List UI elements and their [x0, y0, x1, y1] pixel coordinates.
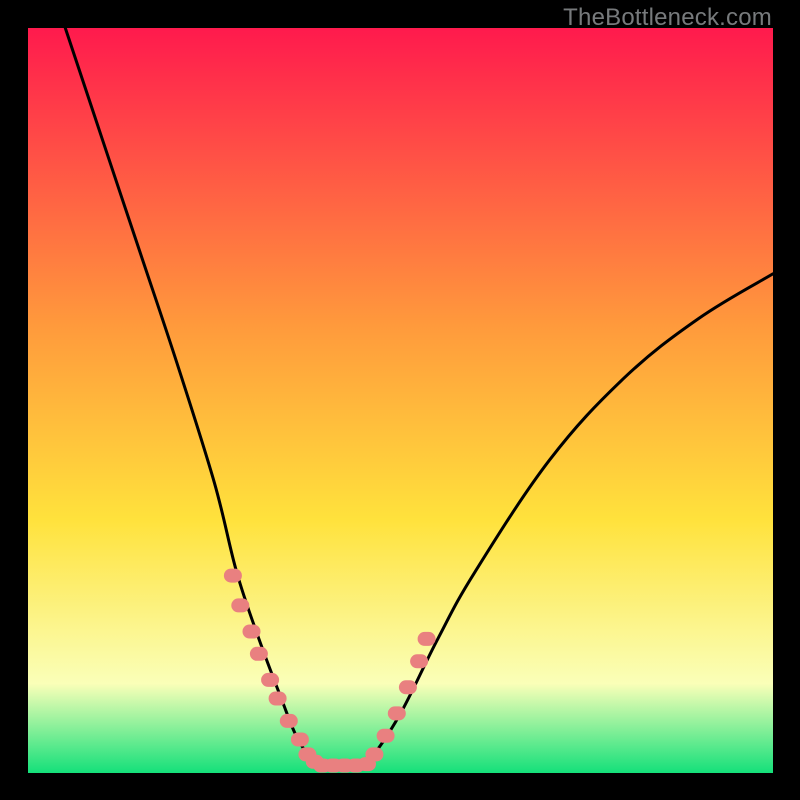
trough-marker: [243, 625, 261, 639]
trough-marker: [280, 714, 298, 728]
trough-marker: [250, 647, 268, 661]
trough-marker: [399, 680, 417, 694]
gradient-background: [28, 28, 773, 773]
trough-marker: [365, 747, 383, 761]
trough-marker: [269, 692, 287, 706]
trough-marker: [224, 569, 242, 583]
trough-marker: [377, 729, 395, 743]
trough-marker: [418, 632, 436, 646]
trough-marker: [231, 598, 249, 612]
plot-area: [28, 28, 773, 773]
chart-frame: TheBottleneck.com: [0, 0, 800, 800]
trough-marker: [388, 706, 406, 720]
chart-svg: [28, 28, 773, 773]
trough-marker: [410, 654, 428, 668]
trough-marker: [291, 733, 309, 747]
trough-marker: [261, 673, 279, 687]
